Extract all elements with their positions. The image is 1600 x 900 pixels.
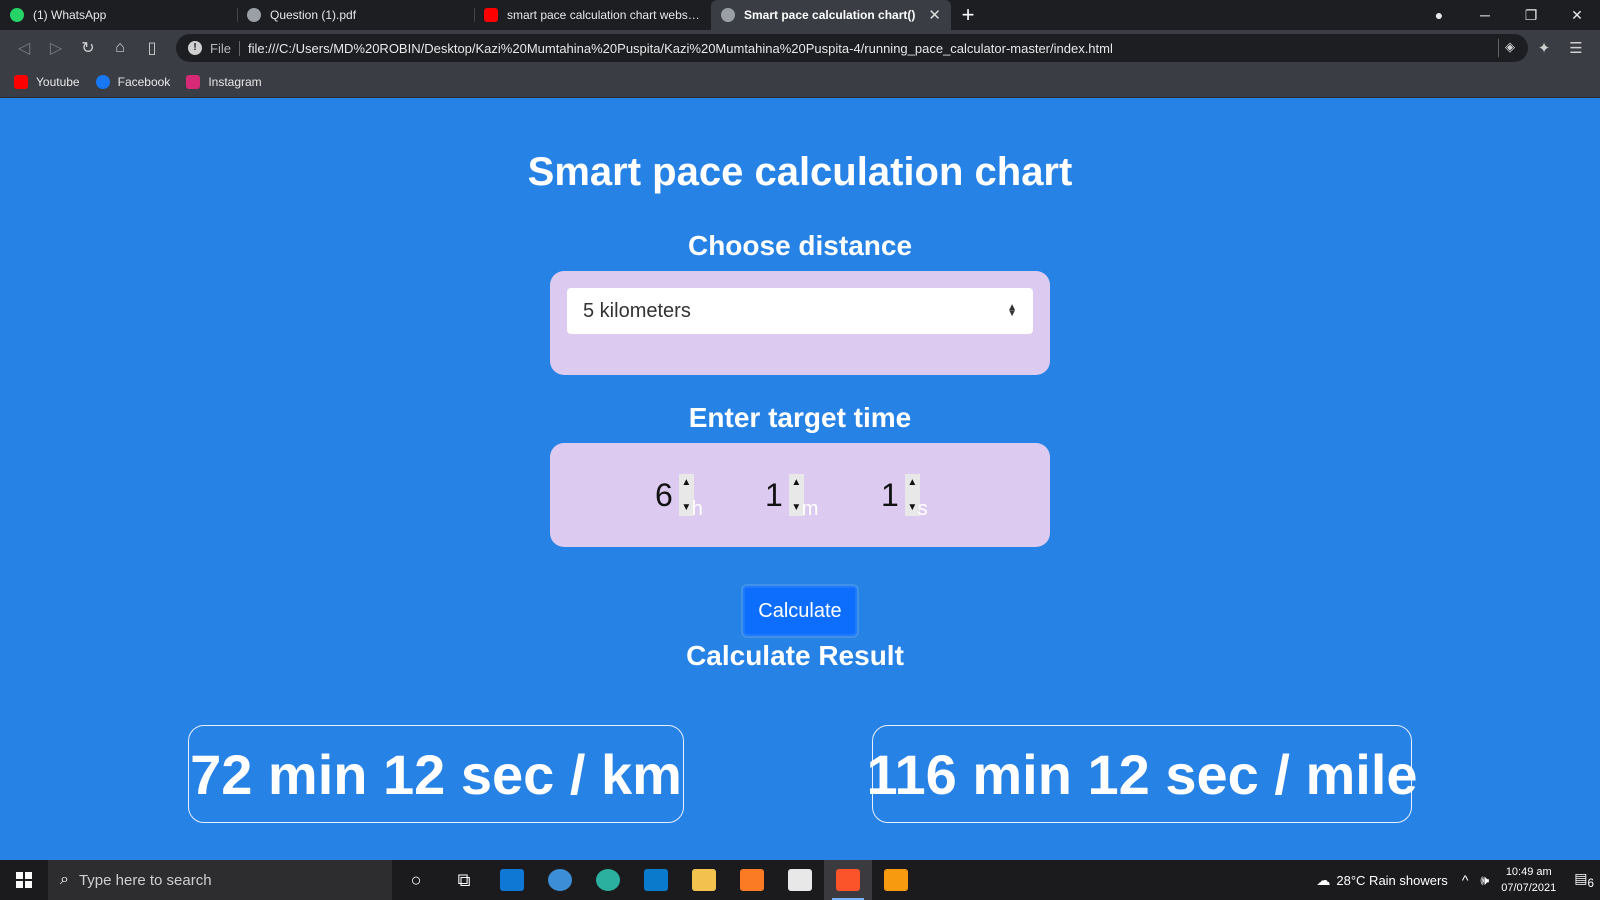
- browser-tab-bar: (1) WhatsApp Question (1).pdf smart pace…: [0, 0, 1600, 30]
- store-icon[interactable]: [776, 860, 824, 900]
- calculate-button[interactable]: Calculate: [743, 586, 857, 636]
- bookmark-instagram[interactable]: Instagram: [186, 74, 262, 89]
- search-icon: ⌕: [60, 871, 69, 888]
- distance-selected-value: 5 kilometers: [583, 299, 691, 322]
- hours-unit-label: h: [691, 497, 703, 520]
- hours-input[interactable]: 6: [655, 477, 673, 514]
- close-tab-icon[interactable]: ✕: [928, 6, 941, 24]
- bookmark-label: Facebook: [117, 74, 171, 89]
- youtube-icon: [484, 8, 498, 22]
- seconds-input[interactable]: 1: [881, 477, 899, 514]
- hours-field[interactable]: 6 ▲ ▼ h: [655, 473, 703, 520]
- tab-whatsapp[interactable]: (1) WhatsApp: [0, 0, 237, 30]
- globe-icon: [247, 8, 261, 22]
- show-hidden-icons-icon[interactable]: ^: [1462, 872, 1469, 888]
- time-inputs: 6 ▲ ▼ h 1 ▲ ▼ m 1 ▲ ▼ s: [550, 443, 1050, 547]
- minutes-unit-label: m: [801, 497, 819, 520]
- mail-icon[interactable]: [488, 860, 536, 900]
- xampp-icon[interactable]: [728, 860, 776, 900]
- distance-panel: 5 kilometers ▲ ▼: [550, 271, 1050, 375]
- tab-title: Smart pace calculation chart(): [744, 8, 916, 22]
- file-explorer-icon[interactable]: [680, 860, 728, 900]
- bookmark-label: Youtube: [36, 74, 80, 89]
- start-button[interactable]: [0, 860, 48, 900]
- vscode-icon[interactable]: [632, 860, 680, 900]
- clock[interactable]: 10:49 am 07/07/2021: [1501, 864, 1556, 896]
- edge-icon[interactable]: [584, 860, 632, 900]
- extensions-icon[interactable]: ✦: [1528, 39, 1560, 57]
- windows-taskbar: ⌕ Type here to search ○ ⧉ ☁ 28°C Rain sh…: [0, 860, 1600, 900]
- menu-icon[interactable]: ☰: [1560, 39, 1592, 57]
- forward-icon[interactable]: ▷: [40, 38, 72, 58]
- taskbar-search[interactable]: ⌕ Type here to search: [48, 860, 392, 900]
- minimize-icon[interactable]: ─: [1462, 7, 1508, 23]
- seconds-unit-label: s: [917, 497, 928, 520]
- tab-title: Question (1).pdf: [270, 8, 357, 22]
- instagram-icon: [186, 74, 201, 89]
- globe-icon: [721, 8, 735, 22]
- youtube-icon: [14, 74, 28, 89]
- result-per-mile: 116 min 12 sec / mile: [866, 725, 1418, 823]
- page-title: Smart pace calculation chart: [527, 150, 1073, 194]
- restore-icon[interactable]: ❐: [1508, 7, 1554, 24]
- notification-count: 6: [1587, 876, 1594, 890]
- cortana-icon[interactable]: ○: [392, 860, 440, 900]
- tab-smart-pace-active[interactable]: Smart pace calculation chart() ✕: [711, 0, 951, 30]
- clock-time: 10:49 am: [1505, 866, 1552, 878]
- profile-menu-icon[interactable]: ●: [1416, 7, 1462, 23]
- time-panel: 6 ▲ ▼ h 1 ▲ ▼ m 1 ▲ ▼ s: [550, 443, 1050, 547]
- minutes-input[interactable]: 1: [765, 477, 783, 514]
- tab-title: smart pace calculation chart website -: [507, 8, 701, 22]
- time-heading: Enter target time: [688, 402, 912, 433]
- clock-date: 07/07/2021: [1501, 882, 1557, 894]
- select-caret-icon: ▲ ▼: [1007, 302, 1017, 319]
- windows-logo-icon: [16, 872, 32, 888]
- tab-youtube-video[interactable]: smart pace calculation chart website -: [474, 0, 711, 30]
- home-icon[interactable]: ⌂: [104, 39, 136, 57]
- app-icon[interactable]: [536, 860, 584, 900]
- system-tray: ☁ 28°C Rain showers ^ 🕪 10:49 am 07/07/2…: [1310, 860, 1600, 900]
- seconds-field[interactable]: 1 ▲ ▼ s: [881, 473, 928, 520]
- weather-text[interactable]: 28°C Rain showers: [1336, 873, 1447, 888]
- reload-icon[interactable]: ↻: [72, 38, 104, 58]
- volume-icon[interactable]: 🕪: [1480, 872, 1489, 889]
- minutes-field[interactable]: 1 ▲ ▼ m: [765, 473, 818, 520]
- new-tab-icon[interactable]: +: [951, 2, 985, 28]
- distance-select[interactable]: 5 kilometers ▲ ▼: [567, 288, 1033, 334]
- back-icon[interactable]: ◁: [8, 38, 40, 58]
- url-field[interactable]: ! File file:///C:/Users/MD%20ROBIN/Deskt…: [176, 34, 1528, 62]
- url-text[interactable]: file:///C:/Users/MD%20ROBIN/Desktop/Kazi…: [248, 41, 1113, 56]
- sublime-text-icon[interactable]: [872, 860, 920, 900]
- url-scheme-label: File: [210, 40, 240, 56]
- result-heading: Calculate Result: [686, 640, 904, 671]
- whatsapp-icon: [10, 8, 24, 22]
- bookmark-label: Instagram: [208, 74, 262, 89]
- site-info-icon[interactable]: !: [188, 41, 202, 55]
- bookmark-facebook[interactable]: Facebook: [95, 74, 171, 89]
- distance-heading: Choose distance: [687, 230, 913, 261]
- facebook-icon: [95, 74, 110, 89]
- bookmark-youtube[interactable]: Youtube: [14, 74, 80, 89]
- brave-shield-icon[interactable]: ◈: [1498, 39, 1516, 57]
- close-window-icon[interactable]: ✕: [1554, 7, 1600, 24]
- result-per-km: 72 min 12 sec / km: [188, 725, 684, 823]
- brave-browser-icon[interactable]: [824, 860, 872, 900]
- window-controls: ● ─ ❐ ✕: [1416, 0, 1600, 30]
- page-content: Smart pace calculation chart Choose dist…: [0, 98, 1600, 860]
- search-placeholder: Type here to search: [78, 871, 212, 889]
- bookmark-icon[interactable]: ▯: [136, 38, 168, 58]
- notifications-icon[interactable]: ▤6: [1574, 870, 1594, 890]
- task-view-icon[interactable]: ⧉: [440, 860, 488, 900]
- tab-question-pdf[interactable]: Question (1).pdf: [237, 0, 474, 30]
- tab-title: (1) WhatsApp: [33, 8, 107, 22]
- bookmarks-bar: Youtube Facebook Instagram: [0, 66, 1600, 98]
- weather-icon[interactable]: ☁: [1316, 872, 1330, 889]
- address-toolbar: ◁ ▷ ↻ ⌂ ▯ ! File file:///C:/Users/MD%20R…: [0, 30, 1600, 66]
